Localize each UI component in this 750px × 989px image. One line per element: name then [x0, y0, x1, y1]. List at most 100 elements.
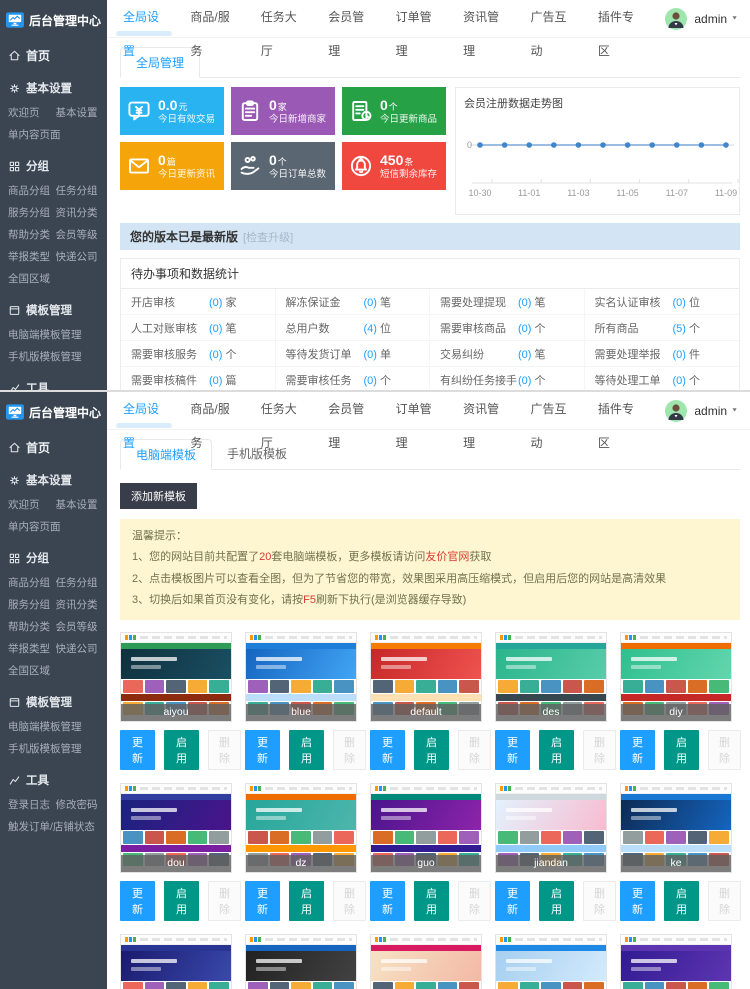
nav-item[interactable]: 全局设置 — [123, 392, 165, 429]
sidebar-link[interactable]: 登录日志 — [8, 793, 56, 815]
template-thumbnail[interactable]: jiandan — [495, 783, 607, 873]
avatar[interactable] — [665, 400, 687, 422]
nav-item[interactable]: 会员管理 — [328, 392, 370, 429]
nav-item[interactable]: 任务大厅 — [261, 0, 303, 37]
template-thumbnail[interactable]: 当前模板(niu) — [495, 934, 607, 989]
user-menu[interactable]: admin▼ — [665, 8, 738, 30]
nav-item[interactable]: 商品/服务 — [190, 0, 235, 37]
nav-item[interactable]: 任务大厅 — [261, 392, 303, 429]
enable-button[interactable]: 启用 — [164, 881, 199, 921]
sidebar-link[interactable]: 举报类型 — [8, 637, 56, 659]
sidebar-link[interactable]: 电脑端模板管理 — [8, 323, 107, 345]
sidebar-link[interactable]: 任务分组 — [56, 179, 104, 201]
sidebar-link[interactable]: 快递公司 — [56, 245, 104, 267]
update-button[interactable]: 更新 — [370, 881, 405, 921]
sidebar-link[interactable]: 会员等级 — [56, 615, 104, 637]
template-thumbnail[interactable]: mix — [370, 934, 482, 989]
sidebar-link[interactable]: 单内容页面 — [8, 123, 107, 145]
nav-item[interactable]: 全局设置 — [123, 0, 165, 37]
sidebar-link[interactable]: 单内容页面 — [8, 515, 107, 537]
enable-button[interactable]: 启用 — [414, 881, 449, 921]
sidebar-link[interactable]: 触发订单/店铺状态 — [8, 815, 107, 837]
info-value: (0) — [518, 297, 531, 309]
enable-button[interactable]: 启用 — [539, 730, 574, 770]
nav-item[interactable]: 插件专区 — [598, 0, 640, 37]
sidebar-link[interactable]: 全国区域 — [8, 659, 56, 681]
official-site-link[interactable]: 友价官网 — [425, 551, 469, 563]
update-button[interactable]: 更新 — [620, 730, 655, 770]
template-thumbnail[interactable]: guo — [370, 783, 482, 873]
add-template-button[interactable]: 添加新模板 — [120, 483, 197, 509]
sidebar-link[interactable]: 服务分组 — [8, 201, 56, 223]
enable-button[interactable]: 启用 — [664, 730, 699, 770]
user-menu[interactable]: admin▼ — [665, 400, 738, 422]
mini-logo — [125, 937, 128, 942]
update-button[interactable]: 更新 — [495, 881, 530, 921]
update-button[interactable]: 更新 — [120, 730, 155, 770]
sidebar-link[interactable]: 资讯分类 — [56, 201, 104, 223]
template-thumbnail[interactable]: ke — [620, 783, 732, 873]
enable-button[interactable]: 启用 — [539, 881, 574, 921]
sidebar-item-home[interactable]: 首页 — [0, 430, 107, 461]
template-thumbnail[interactable]: default — [370, 632, 482, 722]
nav-item[interactable]: 广告互动 — [530, 0, 572, 37]
sidebar-link[interactable]: 资讯分类 — [56, 593, 104, 615]
nav-item[interactable]: 资讯管理 — [463, 0, 505, 37]
sidebar-link[interactable]: 基本设置 — [56, 493, 104, 515]
sidebar-link[interactable]: 修改密码 — [56, 793, 104, 815]
update-button[interactable]: 更新 — [120, 881, 155, 921]
enable-button[interactable]: 启用 — [289, 730, 324, 770]
nav-item[interactable]: 插件专区 — [598, 392, 640, 429]
sidebar-link[interactable]: 欢迎页 — [8, 493, 56, 515]
tips-line: 2、点击模板图片可以查看全图，但为了节省您的带宽，效果图采用高压缩模式，但启用后… — [132, 569, 728, 590]
sidebar-link[interactable]: 任务分组 — [56, 571, 104, 593]
nav-item[interactable]: 商品/服务 — [190, 392, 235, 429]
nav-item[interactable]: 订单管理 — [396, 0, 438, 37]
info-cell: 交易纠纷 (0)笔 — [430, 341, 585, 367]
sidebar-link[interactable]: 商品分组 — [8, 571, 56, 593]
delete-button-disabled: 删除 — [458, 881, 491, 921]
sidebar-link[interactable]: 帮助分类 — [8, 223, 56, 245]
sidebar-link[interactable]: 会员等级 — [56, 223, 104, 245]
tab-mobile-templates[interactable]: 手机版模板 — [212, 439, 302, 470]
sidebar-link[interactable]: 全国区域 — [8, 267, 56, 289]
template-thumbnail[interactable]: aiyou — [120, 632, 232, 722]
sidebar-link[interactable]: 欢迎页 — [8, 101, 56, 123]
nav-item[interactable]: 资讯管理 — [463, 392, 505, 429]
template-thumbnail[interactable]: blue — [245, 632, 357, 722]
template-thumbnail[interactable]: dou — [120, 783, 232, 873]
sidebar-link[interactable]: 快递公司 — [56, 637, 104, 659]
enable-button[interactable]: 启用 — [664, 881, 699, 921]
enable-button[interactable]: 启用 — [414, 730, 449, 770]
template-thumbnail[interactable]: ppt — [620, 934, 732, 989]
nav-item[interactable]: 订单管理 — [396, 392, 438, 429]
enable-button[interactable]: 启用 — [164, 730, 199, 770]
template-thumbnail[interactable]: dz — [245, 783, 357, 873]
avatar[interactable] — [665, 8, 687, 30]
update-button[interactable]: 更新 — [370, 730, 405, 770]
nav-item[interactable]: 会员管理 — [328, 0, 370, 37]
update-button[interactable]: 更新 — [495, 730, 530, 770]
update-button[interactable]: 更新 — [620, 881, 655, 921]
sidebar-link[interactable]: 举报类型 — [8, 245, 56, 267]
sidebar-link[interactable]: 手机版模板管理 — [8, 737, 107, 759]
sidebar-link[interactable]: 商品分组 — [8, 179, 56, 201]
sidebar-link[interactable]: 手机版模板管理 — [8, 345, 107, 367]
template-thumbnail[interactable]: mip — [245, 934, 357, 989]
nav-item[interactable]: 广告互动 — [530, 392, 572, 429]
sidebar-link[interactable]: 基本设置 — [56, 101, 104, 123]
user-name: admin — [694, 404, 727, 418]
template-thumbnail[interactable]: des — [495, 632, 607, 722]
template-thumbnail[interactable]: menhu — [120, 934, 232, 989]
check-upgrade-link[interactable]: [检查升级] — [243, 232, 293, 244]
info-cell: 有纠纷任务接手 (0)个 — [430, 367, 585, 390]
template-thumbnail[interactable]: diy — [620, 632, 732, 722]
stat-label: 今日更新商品 — [380, 114, 437, 126]
enable-button[interactable]: 启用 — [289, 881, 324, 921]
sidebar-item-home[interactable]: 首页 — [0, 38, 107, 69]
update-button[interactable]: 更新 — [245, 730, 280, 770]
sidebar-link[interactable]: 帮助分类 — [8, 615, 56, 637]
sidebar-link[interactable]: 电脑端模板管理 — [8, 715, 107, 737]
update-button[interactable]: 更新 — [245, 881, 280, 921]
sidebar-link[interactable]: 服务分组 — [8, 593, 56, 615]
